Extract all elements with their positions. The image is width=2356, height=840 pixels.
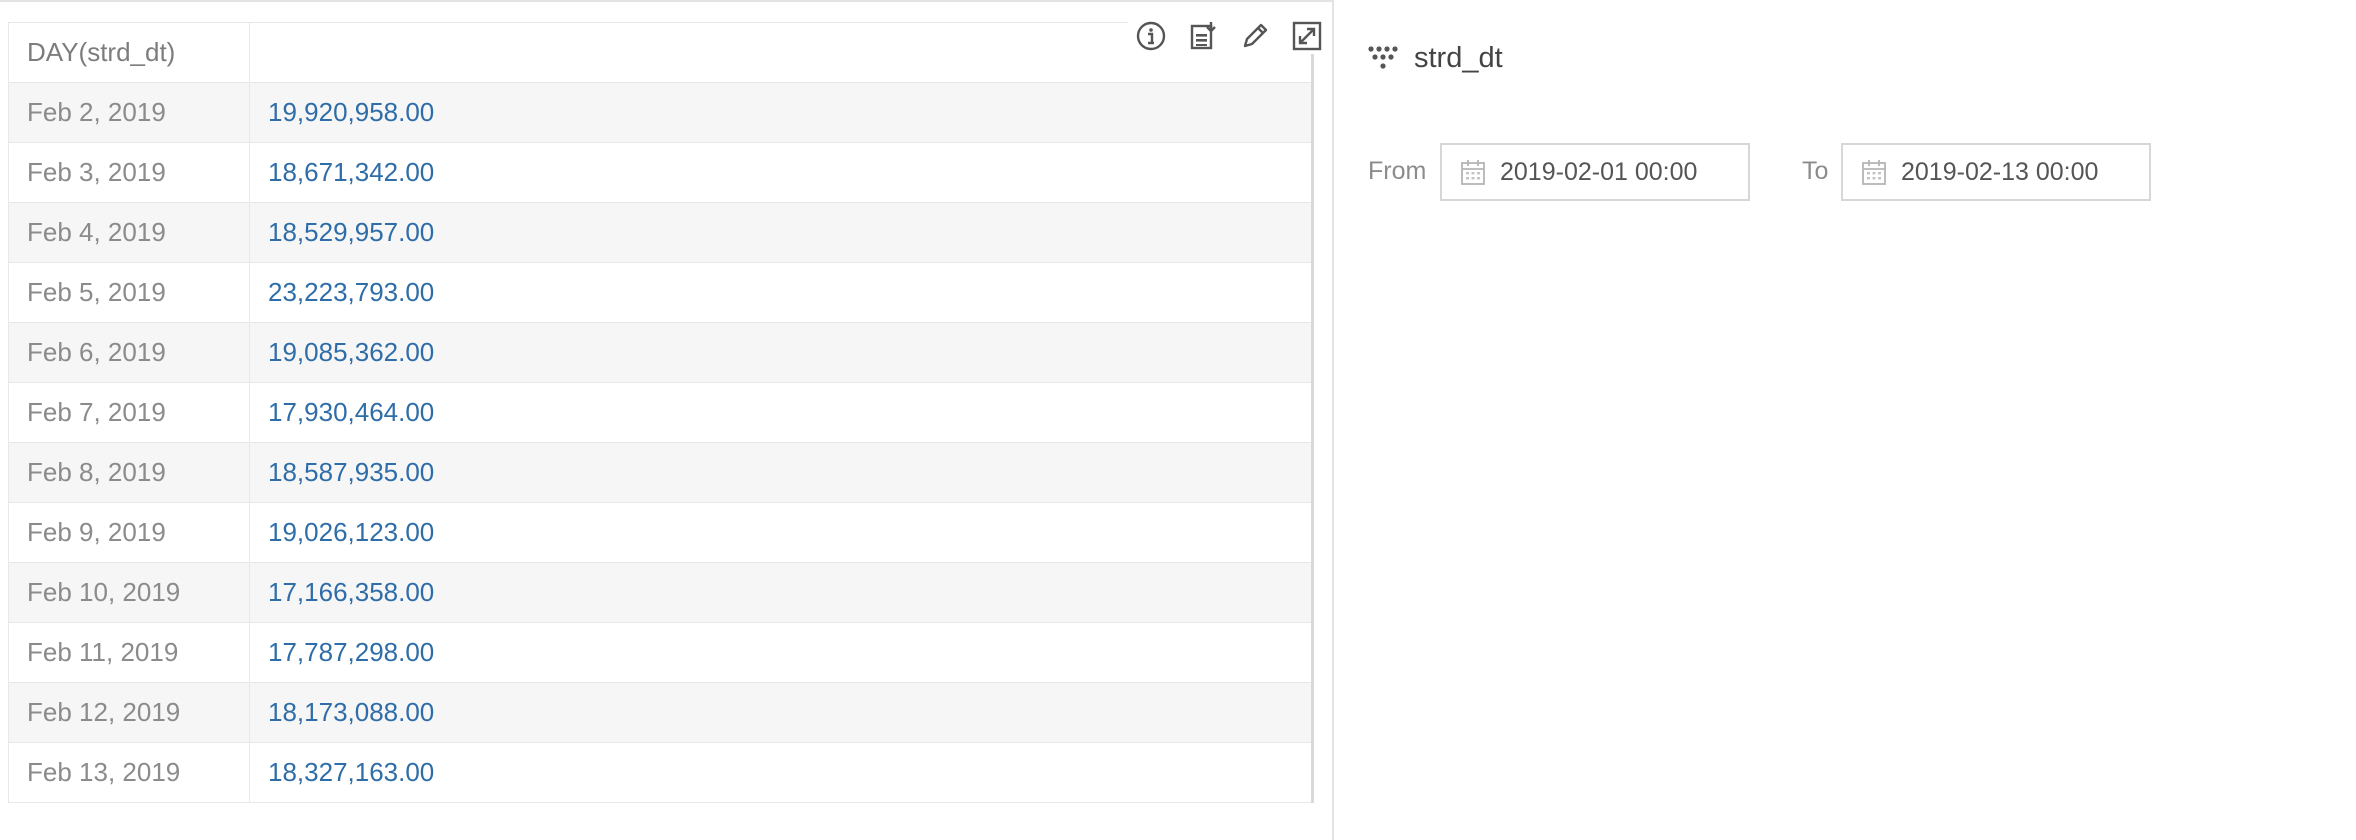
table-row[interactable]: Feb 2, 2019 19,920,958.00 [8,82,1314,143]
value-cell: 23,223,793.00 [249,262,1314,323]
value-cell: 17,930,464.00 [249,382,1314,443]
calendar-icon [1862,160,1886,185]
value-cell: 18,587,935.00 [249,442,1314,503]
date-cell: Feb 9, 2019 [8,502,250,563]
table-row[interactable]: Feb 3, 2019 18,671,342.00 [8,142,1314,203]
date-cell: Feb 3, 2019 [8,142,250,203]
calendar-icon [1461,160,1485,185]
from-label: From [1368,157,1427,185]
info-icon [1136,21,1166,51]
date-cell: Feb 2, 2019 [8,82,250,143]
date-cell: Feb 10, 2019 [8,562,250,623]
date-cell: Feb 8, 2019 [8,442,250,503]
date-range-filter: From 2019-02-01 00:00 To 2019-02-13 00:0… [1368,143,2268,203]
table-row[interactable]: Feb 6, 2019 19,085,362.00 [8,322,1314,383]
export-icon [1190,22,1216,50]
value-cell: 19,085,362.00 [249,322,1314,383]
table-row[interactable]: Feb 9, 2019 19,026,123.00 [8,502,1314,563]
dashboard-page: DAY(strd_dt) Feb 2, 2019 19,920,958.00 Feb… [0,0,2356,840]
value-cell: 19,026,123.00 [249,502,1314,563]
from-date-input[interactable]: 2019-02-01 00:00 [1440,143,1750,201]
data-table: DAY(strd_dt) Feb 2, 2019 19,920,958.00 Feb… [8,22,1314,803]
expand-icon [1292,21,1322,51]
table-row[interactable]: Feb 8, 2019 18,587,935.00 [8,442,1314,503]
value-cell: 18,529,957.00 [249,202,1314,263]
filter-title: strd_dt [1414,41,1503,74]
filter-header: strd_dt [1366,38,1503,78]
table-row[interactable]: Feb 7, 2019 17,930,464.00 [8,382,1314,443]
date-cell: Feb 4, 2019 [8,202,250,263]
from-date-value: 2019-02-01 00:00 [1500,157,1698,186]
value-cell: 19,920,958.00 [249,82,1314,143]
edit-button[interactable] [1236,18,1274,54]
date-cell: Feb 7, 2019 [8,382,250,443]
export-button[interactable] [1184,18,1222,54]
to-label: To [1802,157,1829,185]
value-cell: 18,327,163.00 [249,742,1314,803]
date-cell: Feb 11, 2019 [8,622,250,683]
info-button[interactable] [1132,18,1170,54]
table-row[interactable]: Feb 4, 2019 18,529,957.00 [8,202,1314,263]
expand-button[interactable] [1288,18,1326,54]
value-cell: 17,787,298.00 [249,622,1314,683]
table-body: Feb 2, 2019 19,920,958.00 Feb 3, 2019 18,67… [8,82,1314,803]
table-row[interactable]: Feb 11, 2019 17,787,298.00 [8,622,1314,683]
date-cell: Feb 13, 2019 [8,742,250,803]
pencil-icon [1243,23,1268,48]
column-header-day[interactable]: DAY(strd_dt) [8,22,250,83]
date-cell: Feb 6, 2019 [8,322,250,383]
date-cell: Feb 12, 2019 [8,682,250,743]
to-date-input[interactable]: 2019-02-13 00:00 [1841,143,2151,201]
value-cell: 17,166,358.00 [249,562,1314,623]
to-date-value: 2019-02-13 00:00 [1901,157,2099,186]
dimension-dots-icon [1368,46,1398,69]
date-cell: Feb 5, 2019 [8,262,250,323]
value-cell: 18,671,342.00 [249,142,1314,203]
widget-toolbar [1128,18,1330,54]
table-header-row: DAY(strd_dt) [8,22,1314,83]
value-cell: 18,173,088.00 [249,682,1314,743]
table-row[interactable]: Feb 13, 2019 18,327,163.00 [8,742,1314,803]
table-row[interactable]: Feb 12, 2019 18,173,088.00 [8,682,1314,743]
table-row[interactable]: Feb 10, 2019 17,166,358.00 [8,562,1314,623]
table-widget: DAY(strd_dt) Feb 2, 2019 19,920,958.00 Feb… [0,0,1334,840]
table-row[interactable]: Feb 5, 2019 23,223,793.00 [8,262,1314,323]
